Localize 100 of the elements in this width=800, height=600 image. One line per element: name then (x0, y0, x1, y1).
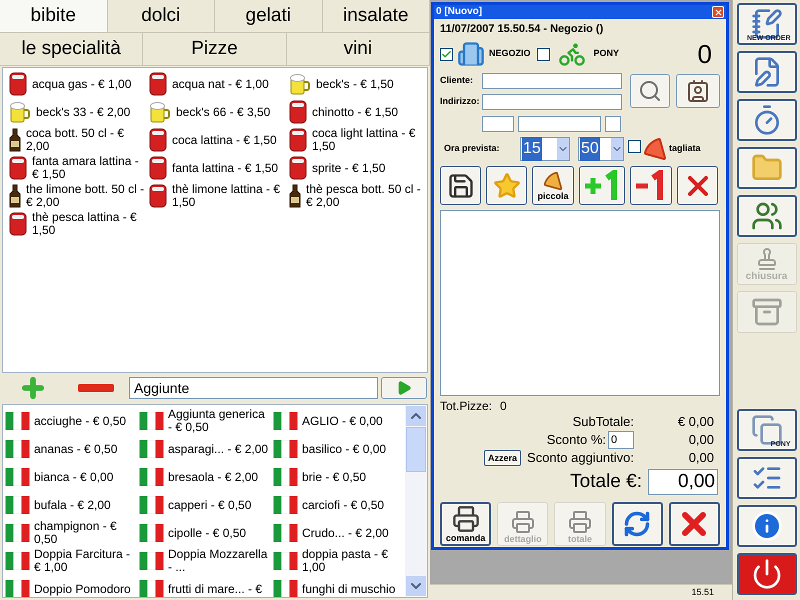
can-icon (9, 212, 27, 236)
product-item[interactable]: beck's - € 1,50 (285, 70, 425, 98)
order-count: 0 (698, 40, 712, 68)
scrollbar[interactable] (405, 405, 427, 597)
product-item[interactable]: beck's 66 - € 3,50 (145, 98, 285, 126)
beer-mug-icon (149, 101, 171, 123)
checkbox[interactable] (440, 48, 453, 60)
checkbox[interactable] (628, 140, 641, 153)
plus-one-button[interactable] (579, 166, 625, 205)
cancel-button[interactable] (668, 502, 720, 546)
delete-button[interactable] (677, 166, 718, 205)
reset-button[interactable]: Azzera (484, 450, 522, 466)
can-icon (289, 128, 307, 152)
addition-item[interactable]: AGLIO - € 0,00 (271, 407, 405, 435)
product-item[interactable]: thè pesca lattina - € 1,50 (5, 210, 145, 238)
product-item[interactable]: beck's 33 - € 2,00 (5, 98, 145, 126)
addition-item[interactable]: capperi - € 0,50 (137, 491, 271, 519)
extra-discount-label: Sconto aggiuntivo: (527, 449, 634, 467)
category-tab[interactable]: gelati (215, 0, 322, 33)
address-field[interactable] (482, 94, 622, 110)
category-tab[interactable]: vini (286, 33, 430, 66)
minute-select[interactable]: 50 (578, 137, 624, 161)
go-button[interactable] (381, 377, 427, 399)
customer-card-button[interactable] (676, 74, 720, 108)
total-field[interactable]: 0,00 (648, 469, 718, 496)
addition-item[interactable]: champignon - € 0,50 (3, 519, 137, 547)
sidebar-button[interactable] (736, 457, 796, 499)
customer-field[interactable] (482, 72, 622, 88)
addition-item[interactable]: Crudo... - € 2,00 (271, 519, 405, 547)
product-item[interactable]: sprite - € 1,50 (285, 154, 425, 182)
plus-icon (19, 374, 47, 402)
hour-select[interactable]: 15 (520, 137, 570, 161)
scrollbar-thumb[interactable] (406, 427, 426, 472)
minus-one-button[interactable] (630, 166, 672, 205)
product-item[interactable]: thè limone lattina - € 1,50 (145, 182, 285, 210)
addition-item[interactable]: Doppio Pomodoro (3, 575, 137, 597)
addition-item[interactable]: Doppia Farcitura - € 1,00 (3, 547, 137, 575)
addition-item[interactable]: Aggiunta generica - € 0,50 (137, 407, 271, 435)
category-tab[interactable]: le specialità (0, 33, 144, 66)
product-item[interactable]: fanta lattina - € 1,50 (145, 154, 285, 182)
can-icon (149, 184, 167, 208)
product-item[interactable]: thè pesca bott. 50 cl - € 2,00 (285, 182, 425, 210)
additions-field[interactable]: Aggiunte (129, 377, 378, 399)
italian-flag-icon (139, 524, 164, 542)
discount-field[interactable]: 0 (608, 431, 634, 449)
addition-item[interactable]: ananas - € 0,50 (3, 435, 137, 463)
sidebar-button[interactable] (736, 505, 796, 547)
sidebar-button[interactable] (736, 99, 796, 141)
discount-label: Sconto %: (546, 431, 606, 449)
sidebar-button[interactable] (736, 553, 796, 595)
italian-flag-icon (273, 496, 298, 514)
minus-icon (78, 384, 114, 392)
category-tab[interactable]: insalate (322, 0, 430, 33)
subtotal-label: SubTotale: (572, 413, 635, 431)
addition-item[interactable]: acciughe - € 0,50 (3, 407, 137, 435)
checkbox[interactable] (536, 48, 550, 60)
addition-item[interactable]: brie - € 0,50 (271, 463, 405, 491)
input-field[interactable] (518, 116, 601, 132)
addition-item[interactable]: asparagi... - € 2,00 (137, 435, 271, 463)
addition-item[interactable]: Doppia Mozzarella - ... (137, 547, 271, 575)
addition-item[interactable]: bianca - € 0,00 (3, 463, 137, 491)
small-pizza-button[interactable]: piccola (532, 166, 574, 205)
pizza-slice-icon (543, 170, 563, 190)
input-field[interactable] (482, 116, 514, 132)
sidebar-button[interactable] (736, 147, 796, 189)
italian-flag-icon (139, 468, 164, 486)
category-tab[interactable]: Pizze (143, 33, 287, 66)
addition-item[interactable]: funghi di muschio (271, 575, 405, 597)
addition-item[interactable]: cipolle - € 0,50 (137, 519, 271, 547)
save-button[interactable] (440, 166, 481, 205)
field-label: Indirizzo: (440, 94, 480, 108)
category-tab[interactable]: bibite (0, 0, 108, 33)
addition-item[interactable]: frutti di mare... - € (137, 575, 271, 597)
addition-item[interactable]: bufala - € 2,00 (3, 491, 137, 519)
category-tab[interactable]: dolci (108, 0, 215, 33)
product-item[interactable]: acqua gas - € 1,00 (5, 70, 145, 98)
close-button[interactable] (712, 6, 724, 18)
product-item[interactable]: acqua nat - € 1,00 (145, 70, 285, 98)
contact-card-icon (686, 79, 710, 103)
refresh-button[interactable] (612, 502, 663, 546)
can-icon (149, 72, 167, 96)
print-button[interactable]: comanda (440, 502, 492, 546)
close-icon (714, 8, 722, 16)
sidebar-button[interactable] (736, 51, 796, 93)
printer-icon (568, 510, 592, 534)
addition-item[interactable]: carciofi - € 0,50 (271, 491, 405, 519)
addition-item[interactable]: basilico - € 0,00 (271, 435, 405, 463)
product-item[interactable]: coca lattina - € 1,50 (145, 126, 285, 154)
favorite-button[interactable] (486, 166, 527, 205)
addition-item[interactable]: bresaola - € 2,00 (137, 463, 271, 491)
product-item[interactable]: coca light lattina - € 1,50 (285, 126, 425, 154)
can-icon (149, 156, 167, 180)
product-item[interactable]: chinotto - € 1,50 (285, 98, 425, 126)
input-field[interactable] (605, 116, 621, 132)
addition-item[interactable]: doppia pasta - € 1,00 (271, 547, 405, 575)
italian-flag-icon (5, 552, 30, 570)
field-label: Ora prevista: (443, 142, 501, 156)
italian-flag-icon (5, 524, 30, 542)
sidebar-button[interactable] (736, 195, 796, 237)
search-button[interactable] (630, 74, 670, 108)
